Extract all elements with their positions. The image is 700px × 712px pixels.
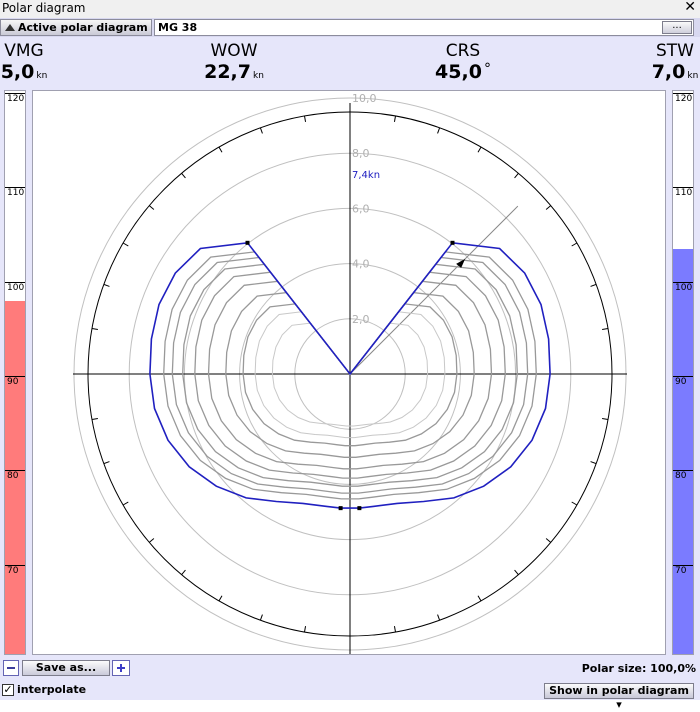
- degree-tick: [571, 501, 578, 506]
- add-icon[interactable]: [112, 660, 130, 676]
- stw-angle-bar: 120 110 100 90 80 70: [672, 90, 694, 655]
- vmg-tick-label: 80: [5, 470, 25, 481]
- degree-tick: [218, 595, 223, 602]
- degree-tick: [602, 417, 609, 420]
- stw-value: 7,0: [651, 61, 686, 83]
- vmg-marker: [450, 240, 455, 245]
- stw-label: STW: [656, 41, 694, 61]
- degree-tick: [545, 538, 552, 543]
- collapse-triangle-icon: [5, 24, 15, 31]
- wow-label: WOW: [210, 41, 258, 61]
- close-icon[interactable]: ✕: [684, 0, 696, 15]
- polar-name-field[interactable]: MG 38: [154, 19, 694, 36]
- degree-tick: [259, 127, 263, 134]
- crs-value: 45,0: [435, 61, 482, 83]
- stw-unit: kn: [687, 71, 699, 81]
- radial-label: 4,0: [352, 258, 370, 271]
- crs-readout: CRS 45,0 °: [430, 41, 496, 83]
- wow-unit: kn: [252, 71, 264, 81]
- degree-tick: [590, 461, 597, 465]
- stw-tick-label: 80: [673, 470, 693, 481]
- window-title: Polar diagram: [2, 1, 86, 15]
- toolbar: Active polar diagram MG 38 ...: [0, 18, 700, 37]
- wow-readout: WOW 22,7 kn: [198, 41, 270, 83]
- degree-tick: [91, 417, 98, 420]
- degree-tick: [571, 242, 578, 247]
- vmg-readout: VMG 5,0 kn: [0, 41, 48, 83]
- title-bar: Polar diagram ✕: [0, 0, 700, 18]
- degree-tick: [514, 172, 519, 179]
- radial-label: 6,0: [352, 202, 370, 215]
- degree-tick: [545, 205, 552, 210]
- vmg-tick-label: 110: [5, 187, 25, 198]
- wow-value: 22,7: [204, 61, 251, 83]
- vmg-tick-label: 70: [5, 564, 25, 576]
- browse-button[interactable]: ...: [662, 21, 692, 34]
- vmg-marker: [357, 506, 362, 511]
- main-area: 120 110 100 90 80 70 2,0 4,0 6,0 8,0 10,0 7,4kn 12…: [0, 88, 700, 658]
- bottom-panel: Save as... Polar size: 100,0% ✓ interpol…: [0, 658, 700, 711]
- active-polar-diagram-button[interactable]: Active polar diagram: [0, 19, 152, 36]
- polar-size-label: Polar size: 100,0%: [581, 662, 696, 675]
- radial-label: 8,0: [352, 147, 370, 160]
- interpolate-label: interpolate: [17, 683, 87, 696]
- vmg-marker: [338, 506, 343, 511]
- polar-chart[interactable]: 2,0 4,0 6,0 8,0 10,0 7,4kn: [32, 90, 666, 655]
- vmg-tick-label: 90: [5, 375, 25, 387]
- readouts-panel: VMG 5,0 kn WOW 22,7 kn CRS 45,0 ° STW 7,0 kn: [0, 37, 700, 88]
- stw-tick-label: 90: [673, 375, 693, 387]
- degree-tick: [590, 283, 597, 287]
- vmg-unit: kn: [36, 71, 48, 81]
- stw-tick-label: 70: [673, 564, 693, 576]
- degree-tick: [393, 115, 396, 122]
- degree-tick: [181, 172, 186, 179]
- degree-tick: [148, 538, 155, 543]
- radial-label: 2,0: [352, 313, 370, 326]
- stw-tick-label: 100: [673, 281, 693, 293]
- degree-tick: [122, 501, 129, 506]
- degree-tick: [477, 595, 482, 602]
- degree-tick: [103, 461, 110, 465]
- stw-bar-fill: [673, 248, 693, 654]
- degree-tick: [103, 283, 110, 287]
- interpolate-checkbox[interactable]: ✓: [2, 684, 14, 696]
- radial-label: 10,0: [352, 92, 377, 105]
- stw-readout: STW 7,0 kn: [650, 41, 700, 83]
- crs-unit: °: [483, 61, 491, 77]
- degree-tick: [602, 328, 609, 331]
- polar-svg: 2,0 4,0 6,0 8,0 10,0 7,4kn: [73, 92, 627, 654]
- degree-tick: [148, 205, 155, 210]
- remove-button[interactable]: [3, 660, 19, 676]
- degree-tick: [181, 569, 186, 576]
- highlight-speed-label: 7,4kn: [352, 170, 380, 181]
- save-as-button[interactable]: Save as...: [22, 660, 110, 676]
- vmg-tick-label: 100: [5, 281, 25, 293]
- degree-tick: [91, 328, 98, 331]
- degree-tick: [437, 614, 441, 621]
- degree-tick: [218, 146, 223, 153]
- stw-tick-label: 110: [673, 187, 693, 198]
- degree-tick: [437, 127, 441, 134]
- crs-label: CRS: [445, 41, 481, 61]
- vmg-angle-bar: 120 110 100 90 80 70: [4, 90, 26, 655]
- vmg-marker: [245, 240, 250, 245]
- degree-tick: [122, 242, 129, 247]
- active-polar-label: Active polar diagram: [18, 21, 148, 34]
- vmg-value: 5,0: [0, 61, 35, 83]
- degree-tick: [477, 146, 482, 153]
- show-in-polar-diagram-button[interactable]: Show in polar diagram ▾: [544, 683, 694, 711]
- degree-tick: [514, 569, 519, 576]
- degree-tick: [259, 614, 263, 621]
- degree-tick: [304, 626, 307, 633]
- degree-tick: [304, 115, 307, 122]
- stw-tick-label: 120: [673, 93, 693, 104]
- vmg-label: VMG: [4, 41, 44, 61]
- vmg-tick-label: 120: [5, 93, 25, 104]
- degree-tick: [393, 626, 396, 633]
